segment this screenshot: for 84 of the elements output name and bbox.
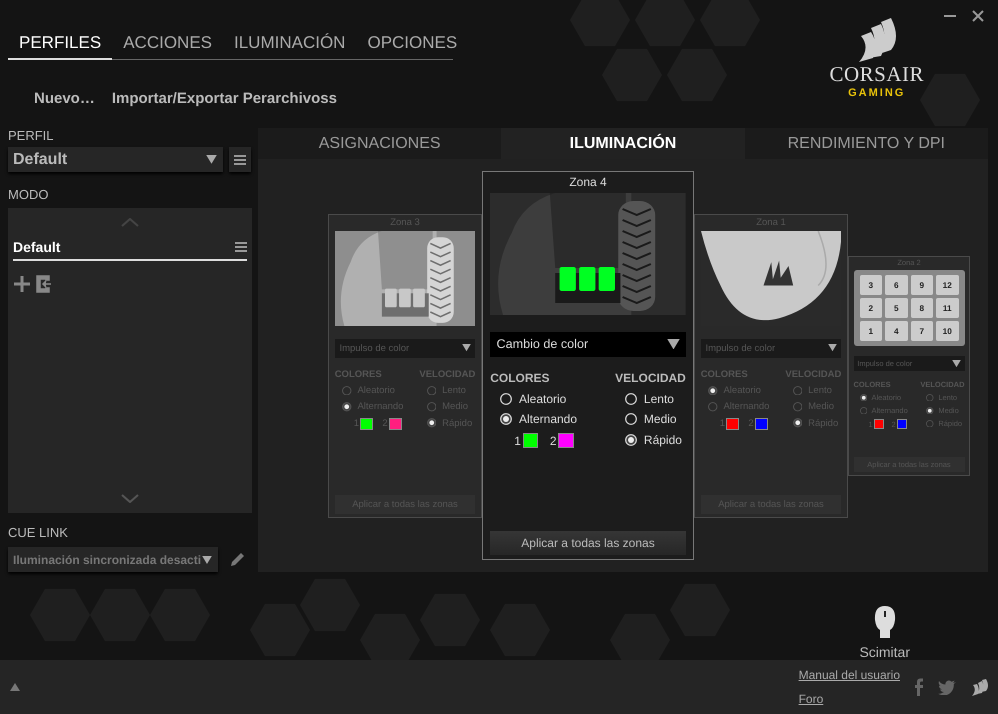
section-label: CUE LINK	[8, 525, 69, 540]
radio-button[interactable]	[426, 418, 436, 428]
caret-icon	[206, 155, 217, 164]
color-swatch[interactable]	[558, 432, 574, 448]
radio-button[interactable]	[926, 394, 934, 402]
apply-button[interactable]: Aplicar a todas las zonas	[490, 531, 686, 556]
keypad-key: 10	[936, 321, 958, 341]
nav-tab[interactable]: OPCIONES	[356, 30, 468, 59]
radio-button[interactable]	[792, 386, 802, 396]
close-icon[interactable]	[972, 10, 984, 22]
radio-button[interactable]	[860, 406, 867, 414]
radio-button[interactable]	[926, 420, 934, 428]
device-name: Scimitar	[859, 644, 910, 660]
panel-tab[interactable]: ASIGNACIONES	[258, 128, 502, 159]
radio-button[interactable]	[342, 402, 352, 412]
swatch-label: 1	[514, 434, 521, 448]
radio-button[interactable]	[342, 386, 352, 396]
radio-button[interactable]	[426, 402, 436, 412]
keypad-key: 7	[910, 321, 933, 341]
caret-icon	[666, 338, 680, 350]
radio-button[interactable]	[708, 402, 718, 412]
radio-button[interactable]	[860, 394, 867, 402]
radio-button[interactable]	[792, 418, 802, 428]
radio-label: Lento	[644, 392, 674, 406]
nav-tab[interactable]: ILUMINACIÓN	[223, 30, 356, 59]
panel-tab[interactable]: RENDIMIENTO Y DPI	[744, 128, 988, 159]
section-heading: VELOCIDAD	[615, 371, 686, 386]
radio-button[interactable]	[708, 386, 718, 396]
color-swatch[interactable]	[726, 418, 739, 430]
radio-label: Aleatorio	[518, 392, 566, 406]
color-swatch[interactable]	[389, 418, 402, 430]
brand-name: CORSAIR	[829, 62, 924, 87]
section-label: PERFIL	[8, 128, 55, 143]
bird-icon[interactable]	[938, 680, 956, 694]
expand-up-icon[interactable]	[10, 683, 20, 691]
color-swatch[interactable]	[896, 419, 908, 430]
menu-button[interactable]	[229, 147, 251, 172]
keypad-key: 2	[860, 298, 882, 318]
menu-icon	[234, 154, 246, 164]
brand-subtitle: GAMING	[848, 87, 906, 99]
action-link[interactable]: Nuevo…	[34, 90, 95, 107]
caret-icon	[952, 360, 961, 367]
keypad-key: 9	[910, 275, 933, 295]
section-heading: COLORES	[490, 371, 551, 386]
radio-label: Medio	[644, 412, 677, 426]
radio-label: Alternando	[518, 412, 578, 426]
color-swatch[interactable]	[755, 418, 768, 430]
color-swatch[interactable]	[360, 418, 373, 430]
keypad-key: 1	[860, 321, 882, 341]
footer-link[interactable]: Foro	[798, 692, 900, 706]
profile-dropdown[interactable]: Default	[8, 147, 223, 172]
keypad-key: 4	[885, 321, 908, 341]
keypad-key: 11	[936, 298, 958, 318]
caret-icon	[828, 344, 837, 352]
radio-button[interactable]	[792, 402, 802, 412]
nav-tab[interactable]: ACCIONES	[112, 30, 223, 59]
zone-card[interactable]: Zona 4 Cambio de color COLORES Aleatorio Alternando 1 2 VELOCIDAD Lento Medio Rápido Aplicar a todas las zonas	[482, 171, 694, 560]
pencil-icon[interactable]	[228, 550, 246, 568]
swatch-label: 2	[550, 434, 557, 448]
mode-item[interactable]: Default	[13, 235, 247, 261]
plus-icon[interactable]	[13, 275, 31, 293]
sails-logo-icon[interactable]	[970, 678, 990, 696]
color-swatch[interactable]	[522, 432, 538, 448]
caret-icon	[462, 344, 471, 352]
radio-label: Rápido	[644, 432, 682, 447]
caret-icon	[202, 556, 212, 564]
color-swatch[interactable]	[874, 419, 884, 430]
keypad-key: 5	[885, 298, 908, 318]
menu-icon[interactable]	[235, 242, 247, 252]
keypad-key: 12	[936, 275, 958, 295]
radio-button[interactable]	[926, 406, 934, 414]
keypad-key: 6	[885, 275, 908, 295]
mouse-icon[interactable]	[874, 606, 896, 638]
effect-dropdown[interactable]: Cambio de color	[490, 332, 686, 357]
facebook-icon[interactable]	[914, 678, 924, 696]
radio-button[interactable]	[426, 386, 436, 396]
section-label: MODO	[8, 187, 50, 202]
keypad-key: 8	[910, 298, 933, 318]
footer-link[interactable]: Manual del usuario	[798, 668, 900, 682]
keypad-key: 3	[860, 275, 882, 295]
zone-title: Zona 4	[569, 175, 607, 189]
import-icon[interactable]	[35, 275, 53, 293]
nav-tab[interactable]: PERFILES	[8, 30, 112, 60]
action-link[interactable]: Importar/Exportar Perarchivoss	[112, 90, 337, 107]
